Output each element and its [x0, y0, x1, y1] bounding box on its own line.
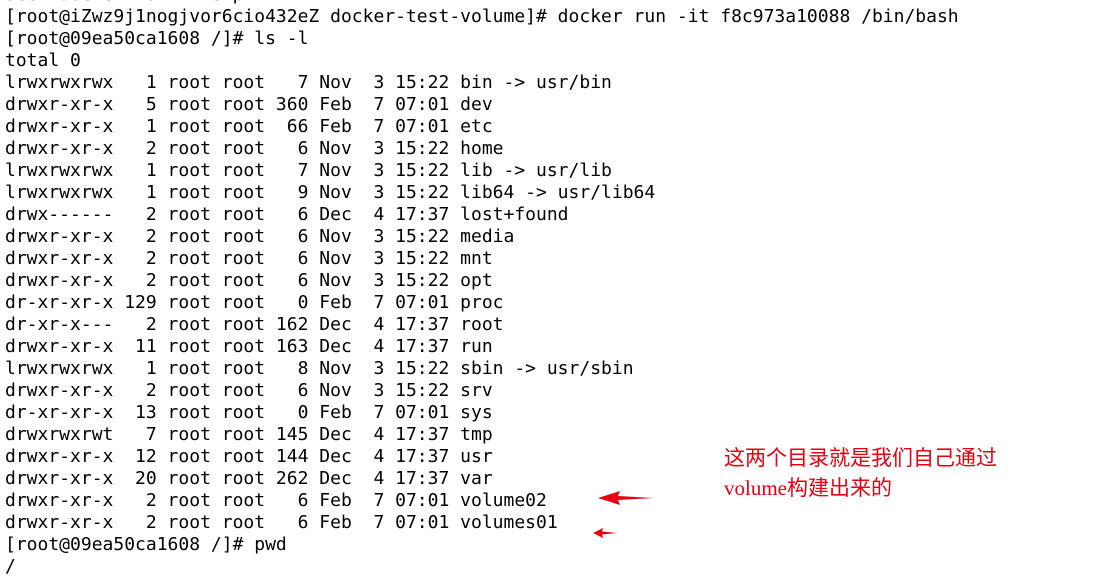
- terminal-line: dr-xr-xr-x 13 root root 0 Feb 7 07:01 sy…: [5, 402, 493, 423]
- terminal-line: /: [5, 556, 16, 577]
- terminal-line: drwxr-xr-x 5 root root 360 Feb 7 07:01 d…: [5, 94, 493, 115]
- terminal-line: drwxr-xr-x 2 root root 6 Nov 3 15:22 med…: [5, 226, 515, 247]
- arrow-left-icon: [598, 491, 654, 505]
- terminal-line: dr-xr-x--- 2 root root 162 Dec 4 17:37 r…: [5, 314, 504, 335]
- terminal-line: drwxr-xr-x 2 root root 6 Nov 3 15:22 opt: [5, 270, 493, 291]
- annotation-line-2: volume构建出来的: [724, 476, 892, 500]
- terminal-line: lrwxrwxrwx 1 root root 7 Nov 3 15:22 lib…: [5, 160, 612, 181]
- terminal-line: drwxr-xr-x 2 root root 6 Nov 3 15:22 srv: [5, 380, 493, 401]
- terminal-line: lrwxrwxrwx 1 root root 7 Nov 3 15:22 bin…: [5, 72, 612, 93]
- terminal-line: drwxr-xr-x 2 root root 6 Feb 7 07:01 vol…: [5, 512, 558, 533]
- terminal-line: total 0: [5, 50, 81, 71]
- terminal-line: dr-xr-xr-x 129 root root 0 Feb 7 07:01 p…: [5, 292, 504, 313]
- terminal-line: drwxr-xr-x 1 root root 66 Feb 7 07:01 et…: [5, 116, 493, 137]
- terminal-line: drwxr-xr-x 2 root root 6 Nov 3 15:22 hom…: [5, 138, 504, 159]
- terminal-line: [root@iZwz9j1nogjvor6cio432eZ docker-tes…: [5, 6, 959, 27]
- terminal-line: [root@09ea50ca1608 /]# ls -l: [5, 28, 309, 49]
- terminal-line: drwxr-xr-x 2 root root 6 Nov 3 15:22 mnt: [5, 248, 493, 269]
- terminal-line: drwxr-xr-x 11 root root 163 Dec 4 17:37 …: [5, 336, 493, 357]
- terminal-line: [root@09ea50ca1608 /]# pwd: [5, 534, 287, 555]
- annotation-note: 这两个目录就是我们自己通过 volume构建出来的: [724, 443, 997, 503]
- arrow-left-icon: [593, 528, 617, 538]
- terminal-line: drwx------ 2 root root 6 Dec 4 17:37 los…: [5, 204, 569, 225]
- terminal-line: lrwxrwxrwx 1 root root 9 Nov 3 15:22 lib…: [5, 182, 656, 203]
- annotation-line-1: 这两个目录就是我们自己通过: [724, 446, 997, 470]
- terminal-line: lrwxrwxrwx 1 root root 8 Nov 3 15:22 sbi…: [5, 358, 634, 379]
